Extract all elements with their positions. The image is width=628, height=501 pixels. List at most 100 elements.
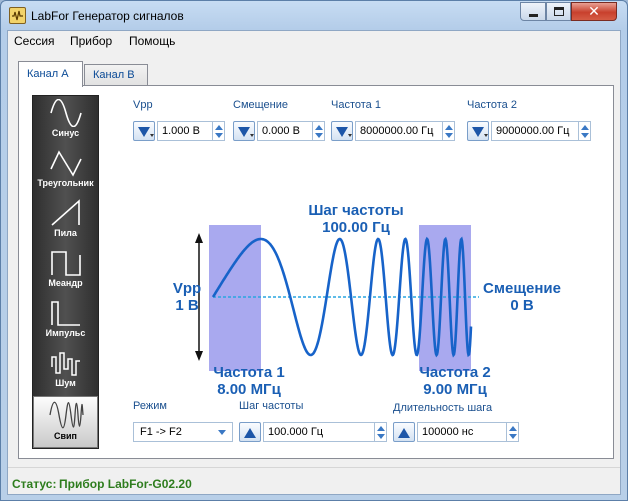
mode-label: Режим [133,400,167,412]
frequency2-spinbox: 9000000.00 Гц [467,121,591,141]
mode-select[interactable]: F1 -> F2 [133,422,233,442]
down-arrow-icon [581,133,589,138]
frequency1-annotation-title: Частота 1 [213,364,285,381]
menu-session[interactable]: Сессия [14,34,55,48]
title-bar[interactable]: LabFor Генератор сигналов ✕ [1,1,627,31]
status-label: Статус: [12,477,57,491]
step-annotation-title: Шаг частоты [308,202,404,219]
close-icon: ✕ [588,3,600,19]
vpp-stepper[interactable] [213,121,225,141]
offset-annotation-title: Смещение [483,280,561,297]
waveform-selector: Синус Треугольник Пила Меандр Импульс Шу… [32,95,99,449]
triangle-up-icon [398,428,410,438]
frequency1-dropdown-button[interactable] [331,121,353,141]
menu-help[interactable]: Помощь [129,34,175,48]
waveform-button-pulse[interactable]: Импульс [33,296,98,346]
waveform-label: Меандр [48,278,83,288]
waveform-label: Треугольник [37,178,94,188]
triangle-down-icon [336,127,352,137]
frequency2-label: Частота 2 [467,99,517,111]
frequency2-annotation: Частота 2 9.00 МГц [405,364,505,398]
step-duration-label: Длительность шага [393,402,493,414]
frequency1-input[interactable]: 8000000.00 Гц [355,121,443,141]
step-duration-stepper[interactable] [507,422,519,442]
down-arrow-icon [377,434,385,439]
up-arrow-icon [445,125,453,130]
frequency2-input[interactable]: 9000000.00 Гц [491,121,579,141]
waveform-button-sine[interactable]: Синус [33,96,98,146]
app-oscilloscope-icon [9,7,26,24]
waveform-button-square[interactable]: Меандр [33,246,98,296]
maximize-button[interactable] [546,2,571,21]
maximize-icon [554,7,564,16]
offset-input[interactable]: 0.000 В [257,121,313,141]
step-annotation-value: 100.00 Гц [322,219,390,236]
arrow-down-icon [195,351,203,361]
waveform-label: Импульс [45,328,86,338]
down-arrow-icon [215,133,223,138]
arrow-up-icon [195,233,203,243]
waveform-button-noise[interactable]: Шум [33,346,98,396]
frequency2-dropdown-button[interactable] [467,121,489,141]
offset-spinbox: 0.000 В [233,121,325,141]
channel-a-panel: Синус Треугольник Пила Меандр Импульс Шу… [18,85,614,459]
triangle-down-icon [472,127,488,137]
offset-label: Смещение [233,99,289,111]
up-arrow-icon [509,426,517,431]
vpp-dropdown-button[interactable] [133,121,155,141]
frequency2-annotation-title: Частота 2 [419,364,491,381]
sweep-wave-icon [48,401,84,429]
frequency2-annotation-value: 9.00 МГц [423,381,487,398]
menu-device[interactable]: Прибор [70,34,112,48]
minimize-button[interactable] [520,2,546,21]
waveform-label: Синус [51,128,80,138]
frequency-step-input[interactable]: 100.000 Гц [263,422,375,442]
frequency1-label: Частота 1 [331,99,381,111]
sine-wave-icon [49,99,82,127]
tab-channel-a[interactable]: Канал A [18,61,83,87]
triangle-wave-icon [49,150,82,177]
frequency1-annotation: Частота 1 8.00 МГц [199,364,299,398]
triangle-down-icon [138,127,154,137]
menu-bar: Сессия Прибор Помощь [8,31,620,52]
vpp-annotation-title: Vpp [172,280,202,297]
vpp-input[interactable]: 1.000 В [157,121,213,141]
chevron-down-icon [218,430,226,435]
tab-channel-b[interactable]: Канал B [84,64,148,86]
waveform-label: Свип [53,431,77,441]
waveform-label: Шум [55,378,76,388]
frequency-step-spinbox: 100.000 Гц [239,422,387,442]
waveform-button-triangle[interactable]: Треугольник [33,146,98,196]
frequency-step-label: Шаг частоты [239,400,304,412]
window-title: LabFor Генератор сигналов [31,9,184,23]
up-arrow-icon [581,125,589,130]
frequency-step-toggle-button[interactable] [239,422,261,442]
waveform-button-sawtooth[interactable]: Пила [33,196,98,246]
vpp-label: Vpp [133,99,153,111]
status-bar: Статус: Прибор LabFor-G02.20 [8,467,620,494]
vpp-spinbox: 1.000 В [133,121,225,141]
waveform-button-sweep[interactable]: Свип [33,396,98,448]
triangle-down-icon [238,127,254,137]
step-duration-toggle-button[interactable] [393,422,415,442]
triangle-up-icon [244,428,256,438]
offset-dropdown-button[interactable] [233,121,255,141]
step-duration-input[interactable]: 100000 нс [417,422,507,442]
frequency-step-stepper[interactable] [375,422,387,442]
frequency1-stepper[interactable] [443,121,455,141]
frequency2-stepper[interactable] [579,121,591,141]
frequency1-annotation-value: 8.00 МГц [217,381,281,398]
frequency1-spinbox: 8000000.00 Гц [331,121,455,141]
up-arrow-icon [215,125,223,130]
offset-annotation-value: 0 В [510,297,534,314]
waveform-label: Пила [54,228,77,238]
step-annotation: Шаг частоты 100.00 Гц [281,202,431,236]
up-arrow-icon [377,426,385,431]
down-arrow-icon [509,434,517,439]
pulse-wave-icon [50,301,80,326]
sawtooth-wave-icon [50,199,80,226]
offset-stepper[interactable] [313,121,325,141]
close-button[interactable]: ✕ [571,2,617,21]
app-window: LabFor Генератор сигналов ✕ Сессия Прибо… [0,0,628,501]
offset-annotation: Смещение 0 В [477,280,567,314]
